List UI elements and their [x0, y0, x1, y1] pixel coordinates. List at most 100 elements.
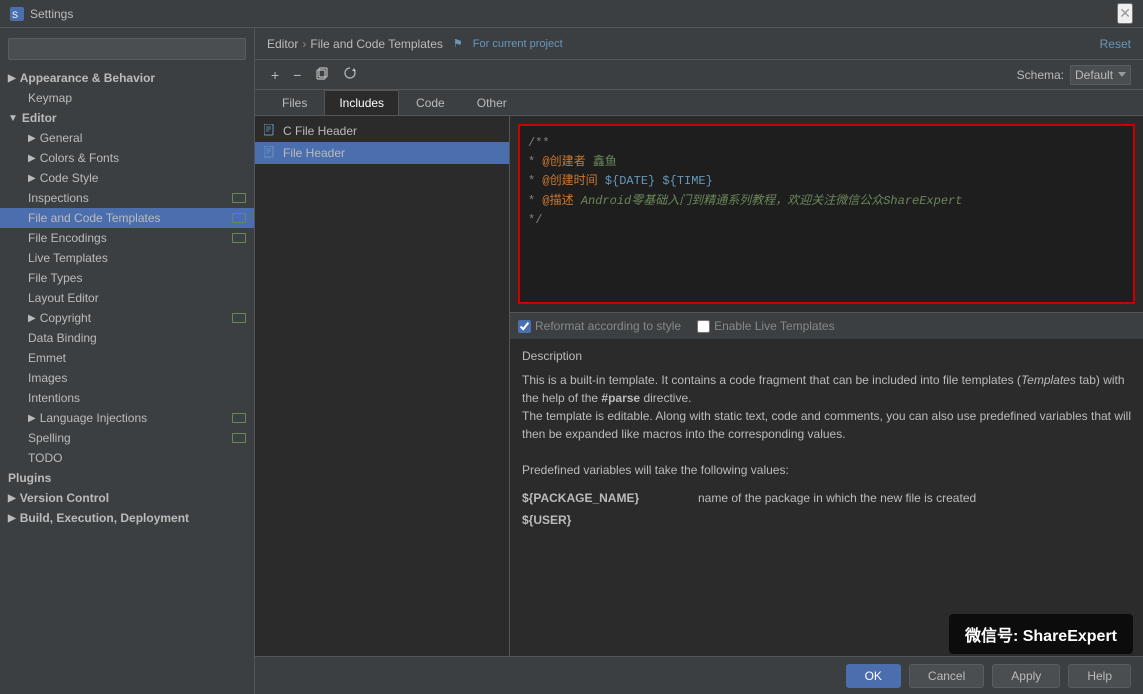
sidebar-item-label: Live Templates: [28, 251, 108, 265]
toolbar: + − Schema: Default: [255, 60, 1143, 90]
description-title: Description: [522, 347, 1131, 365]
sidebar-item-colors-fonts[interactable]: ▶ Colors & Fonts: [0, 148, 254, 168]
help-button[interactable]: Help: [1068, 664, 1131, 688]
expand-arrow-icon: ▶: [8, 73, 16, 84]
sidebar-item-data-binding[interactable]: Data Binding: [0, 328, 254, 348]
file-item-c-header[interactable]: C File Header: [255, 120, 509, 142]
expand-arrow-icon: ▶: [28, 313, 36, 324]
badge-icon: [232, 213, 246, 223]
var-desc: name of the package in which the new fil…: [698, 489, 976, 507]
sidebar-item-keymap[interactable]: Keymap: [0, 88, 254, 108]
cancel-button[interactable]: Cancel: [909, 664, 984, 688]
sidebar-item-label: Editor: [22, 111, 57, 125]
sidebar-item-label: File Types: [28, 271, 82, 285]
description-area: Description This is a built-in template.…: [510, 339, 1143, 539]
sidebar-item-label: Version Control: [20, 491, 109, 505]
sidebar-item-code-style[interactable]: ▶ Code Style: [0, 168, 254, 188]
sidebar-item-version-control[interactable]: ▶ Version Control: [0, 488, 254, 508]
sidebar-item-emmet[interactable]: Emmet: [0, 348, 254, 368]
sidebar-item-label: Layout Editor: [28, 291, 99, 305]
content-area: Editor › File and Code Templates ⚑ For c…: [255, 28, 1143, 694]
toolbar-left: + −: [267, 64, 361, 85]
title-bar-left: S Settings: [10, 7, 73, 21]
apply-button[interactable]: Apply: [992, 664, 1060, 688]
tab-files[interactable]: Files: [267, 90, 322, 115]
breadcrumb-part2: File and Code Templates: [310, 37, 443, 51]
sidebar-item-label: Build, Execution, Deployment: [20, 511, 189, 525]
sidebar-item-label: Data Binding: [28, 331, 97, 345]
badge-icon: [232, 413, 246, 423]
file-item-label: C File Header: [283, 124, 357, 138]
var-name: ${PACKAGE_NAME}: [522, 489, 682, 507]
schema-select[interactable]: Default: [1070, 65, 1131, 85]
template-icon: [263, 124, 277, 138]
sidebar-item-images[interactable]: Images: [0, 368, 254, 388]
sidebar-item-label: General: [40, 131, 83, 145]
tabs-bar: Files Includes Code Other: [255, 90, 1143, 116]
expand-arrow-icon: ▶: [28, 173, 36, 184]
template-icon: [263, 146, 277, 160]
tab-includes-label: Includes: [339, 96, 384, 110]
description-text: This is a built-in template. It contains…: [522, 371, 1131, 479]
main-container: ▶ Appearance & Behavior Keymap ▼ Editor …: [0, 28, 1143, 694]
add-button[interactable]: +: [267, 65, 283, 85]
tab-includes[interactable]: Includes: [324, 90, 399, 115]
search-input[interactable]: [8, 38, 246, 60]
sidebar-item-inspections[interactable]: Inspections: [0, 188, 254, 208]
tab-other[interactable]: Other: [462, 90, 522, 115]
sidebar-item-todo[interactable]: TODO: [0, 448, 254, 468]
sidebar-item-appearance[interactable]: ▶ Appearance & Behavior: [0, 68, 254, 88]
reformat-checkbox[interactable]: [518, 320, 531, 333]
code-editor[interactable]: /** * @创建者 鑫鱼 * @创建时间 ${DATE} ${TIME} * …: [518, 124, 1135, 304]
copy-button[interactable]: [311, 64, 333, 85]
sidebar-item-plugins[interactable]: Plugins: [0, 468, 254, 488]
ok-button[interactable]: OK: [846, 664, 901, 688]
reformat-label: Reformat according to style: [535, 319, 681, 333]
sidebar-item-spelling[interactable]: Spelling: [0, 428, 254, 448]
sidebar-item-label: Inspections: [28, 191, 89, 205]
sidebar-item-general[interactable]: ▶ General: [0, 128, 254, 148]
sidebar-item-label: Emmet: [28, 351, 66, 365]
sidebar-item-copyright[interactable]: ▶ Copyright: [0, 308, 254, 328]
editor-panel: /** * @创建者 鑫鱼 * @创建时间 ${DATE} ${TIME} * …: [510, 116, 1143, 656]
tab-files-label: Files: [282, 96, 307, 110]
expand-arrow-icon: ▶: [8, 513, 16, 524]
sidebar-item-file-types[interactable]: File Types: [0, 268, 254, 288]
schema-label: Schema:: [1017, 68, 1064, 82]
breadcrumb: Editor › File and Code Templates ⚑ For c…: [267, 37, 563, 51]
file-item-header[interactable]: File Header: [255, 142, 509, 164]
badge-icon: [232, 233, 246, 243]
svg-text:S: S: [12, 10, 18, 20]
reformat-checkbox-label[interactable]: Reformat according to style: [518, 319, 681, 333]
live-templates-checkbox[interactable]: [697, 320, 710, 333]
var-row-package: ${PACKAGE_NAME} name of the package in w…: [522, 487, 1131, 509]
remove-button[interactable]: −: [289, 65, 305, 85]
live-templates-label: Enable Live Templates: [714, 319, 835, 333]
sidebar-item-label: Intentions: [28, 391, 80, 405]
sidebar-item-editor[interactable]: ▼ Editor: [0, 108, 254, 128]
sidebar-item-intentions[interactable]: Intentions: [0, 388, 254, 408]
breadcrumb-sep: ›: [302, 37, 306, 51]
copy-icon: [315, 66, 329, 80]
var-row-user: ${USER}: [522, 509, 1131, 531]
code-line-2: * @创建者 鑫鱼: [528, 153, 1125, 172]
code-line-5: */: [528, 211, 1125, 230]
sidebar-item-file-code-templates[interactable]: File and Code Templates: [0, 208, 254, 228]
sidebar-item-build-execution[interactable]: ▶ Build, Execution, Deployment: [0, 508, 254, 528]
expand-arrow-icon: ▼: [8, 113, 18, 124]
live-templates-checkbox-label[interactable]: Enable Live Templates: [697, 319, 835, 333]
sidebar-item-file-encodings[interactable]: File Encodings: [0, 228, 254, 248]
reset-template-button[interactable]: [339, 64, 361, 85]
sidebar-item-label: Keymap: [28, 91, 72, 105]
var-name: ${USER}: [522, 511, 682, 529]
tab-code[interactable]: Code: [401, 90, 460, 115]
close-button[interactable]: ✕: [1117, 3, 1133, 24]
sidebar-item-live-templates[interactable]: Live Templates: [0, 248, 254, 268]
reset-button[interactable]: Reset: [1100, 37, 1131, 51]
expand-arrow-icon: ▶: [28, 133, 36, 144]
sidebar-item-label: TODO: [28, 451, 62, 465]
sidebar-item-language-injections[interactable]: ▶ Language Injections: [0, 408, 254, 428]
sidebar-item-label: Spelling: [28, 431, 71, 445]
breadcrumb-part1: Editor: [267, 37, 298, 51]
sidebar-item-layout-editor[interactable]: Layout Editor: [0, 288, 254, 308]
